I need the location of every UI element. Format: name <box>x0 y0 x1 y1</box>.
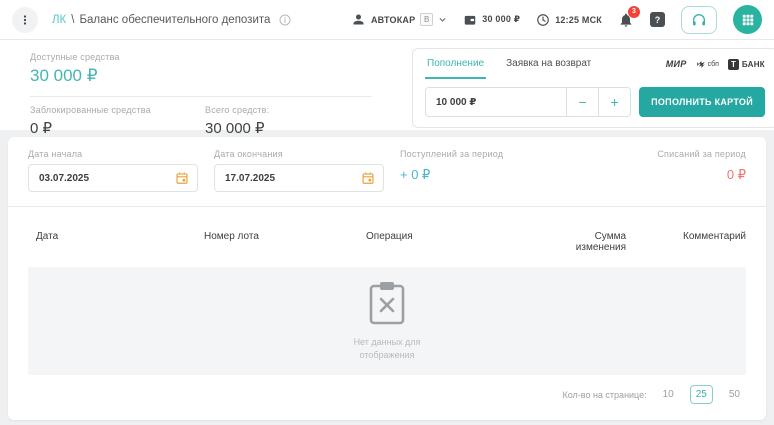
column-lot-number: Номер лота <box>196 231 358 253</box>
date-to-calendar-button[interactable] <box>361 171 375 185</box>
per-page-label: Кол-во на странице: <box>562 390 646 400</box>
empty-state-text: Нет данных для отображения <box>354 336 421 363</box>
clock-indicator: 12:25 МСК <box>536 13 602 27</box>
amount-minus-button[interactable]: − <box>566 88 598 116</box>
total-funds-value: 30 000 ₽ <box>205 119 380 137</box>
page-title: Баланс обеспечительного депозита <box>79 14 270 26</box>
topup-by-card-button[interactable]: ПОПОЛНИТЬ КАРТОЙ <box>639 87 765 117</box>
balance-divider <box>30 96 372 97</box>
blocked-funds-value: 0 ₽ <box>30 119 205 137</box>
user-name: АВТОКАР <box>371 15 415 25</box>
column-amount-change: Сумма изменения <box>563 231 626 253</box>
available-funds-value: 30 000 ₽ <box>30 66 380 86</box>
table-header: Дата Номер лота Операция Сумма изменения… <box>8 207 766 267</box>
amount-plus-button[interactable]: + <box>598 88 630 116</box>
blocked-funds: Заблокированные средства 0 ₽ <box>30 105 205 137</box>
expense-label: Списаний за период <box>657 149 746 159</box>
date-to-label: Дата окончания <box>214 149 384 159</box>
date-from-calendar-button[interactable] <box>175 171 189 185</box>
clock-time: 12:25 МСК <box>555 15 602 25</box>
wallet-icon <box>463 13 477 27</box>
per-page-option-25[interactable]: 25 <box>690 385 713 404</box>
available-funds-label: Доступные средства <box>30 52 380 62</box>
income-label: Поступлений за период <box>400 149 570 159</box>
tbank-logo: Т БАНК <box>728 59 765 70</box>
balance-section: Доступные средства 30 000 ₽ Заблокирован… <box>0 40 774 130</box>
tab-topup[interactable]: Пополнение <box>425 49 486 79</box>
amount-input-group: − + <box>425 87 631 117</box>
user-role-badge: В <box>420 13 433 26</box>
user-icon <box>351 12 366 27</box>
calendar-icon <box>175 171 189 185</box>
topbar-actions: АВТОКАР В 30 000 ₽ 12:25 МСК 3 ? <box>351 5 762 34</box>
balance-summary: Доступные средства 30 000 ₽ Заблокирован… <box>30 48 380 124</box>
wallet-balance-indicator[interactable]: 30 000 ₽ <box>463 13 520 27</box>
breadcrumb-home-link[interactable]: ЛК <box>52 14 66 26</box>
payment-systems: МИР сбп Т БАНК <box>666 59 765 70</box>
calendar-icon <box>361 171 375 185</box>
user-account-menu[interactable]: АВТОКАР В <box>351 12 447 27</box>
topup-card: Пополнение Заявка на возврат МИР сбп Т Б… <box>412 48 774 128</box>
kebab-menu-button[interactable] <box>12 7 38 33</box>
date-from-field: Дата начала <box>28 149 198 192</box>
operations-card: Дата начала Дата окончания <box>8 137 766 420</box>
wallet-balance-value: 30 000 ₽ <box>482 14 520 25</box>
tab-refund-request[interactable]: Заявка на возврат <box>504 49 593 79</box>
expense-summary: Списаний за период 0 ₽ <box>657 149 746 183</box>
empty-state: Нет данных для отображения <box>28 267 746 375</box>
clock-icon <box>536 13 550 27</box>
help-button[interactable]: ? <box>650 12 665 27</box>
kebab-icon <box>19 14 31 26</box>
chevron-down-icon <box>438 15 447 24</box>
income-value: + 0 ₽ <box>400 167 570 183</box>
notifications-button[interactable]: 3 <box>618 12 634 28</box>
top-header: ЛК \ Баланс обеспечительного депозита АВ… <box>0 0 774 40</box>
tbank-icon: Т <box>728 59 739 70</box>
sbp-icon <box>696 59 706 70</box>
sbp-logo: сбп <box>696 59 719 70</box>
income-summary: Поступлений за период + 0 ₽ <box>400 149 570 183</box>
column-operation: Операция <box>358 231 563 253</box>
date-to-field: Дата окончания <box>214 149 384 192</box>
apps-grid-button[interactable] <box>733 5 762 34</box>
notifications-badge: 3 <box>628 6 640 18</box>
total-funds-label: Всего средств: <box>205 105 380 115</box>
info-icon[interactable] <box>279 14 291 26</box>
per-page-option-10[interactable]: 10 <box>657 385 680 404</box>
breadcrumb-separator: \ <box>71 14 74 26</box>
amount-input[interactable] <box>426 88 566 116</box>
breadcrumb: ЛК \ Баланс обеспечительного депозита <box>52 14 291 26</box>
empty-clipboard-icon <box>368 280 406 326</box>
expense-value: 0 ₽ <box>657 167 746 183</box>
total-funds: Всего средств: 30 000 ₽ <box>205 105 380 137</box>
pagination: Кол-во на странице: 10 25 50 <box>8 375 766 420</box>
date-to-input[interactable] <box>225 173 361 184</box>
blocked-funds-label: Заблокированные средства <box>30 105 205 115</box>
support-button[interactable] <box>681 6 717 34</box>
filters-row: Дата начала Дата окончания <box>8 137 766 206</box>
headphones-icon <box>691 12 707 28</box>
per-page-option-50[interactable]: 50 <box>723 385 746 404</box>
mir-logo: МИР <box>666 59 687 69</box>
date-from-input[interactable] <box>39 173 175 184</box>
date-from-label: Дата начала <box>28 149 198 159</box>
grid-icon <box>741 13 755 27</box>
column-comment: Комментарий <box>626 231 746 253</box>
column-date: Дата <box>28 231 196 253</box>
page: ЛК \ Баланс обеспечительного депозита АВ… <box>0 0 774 425</box>
